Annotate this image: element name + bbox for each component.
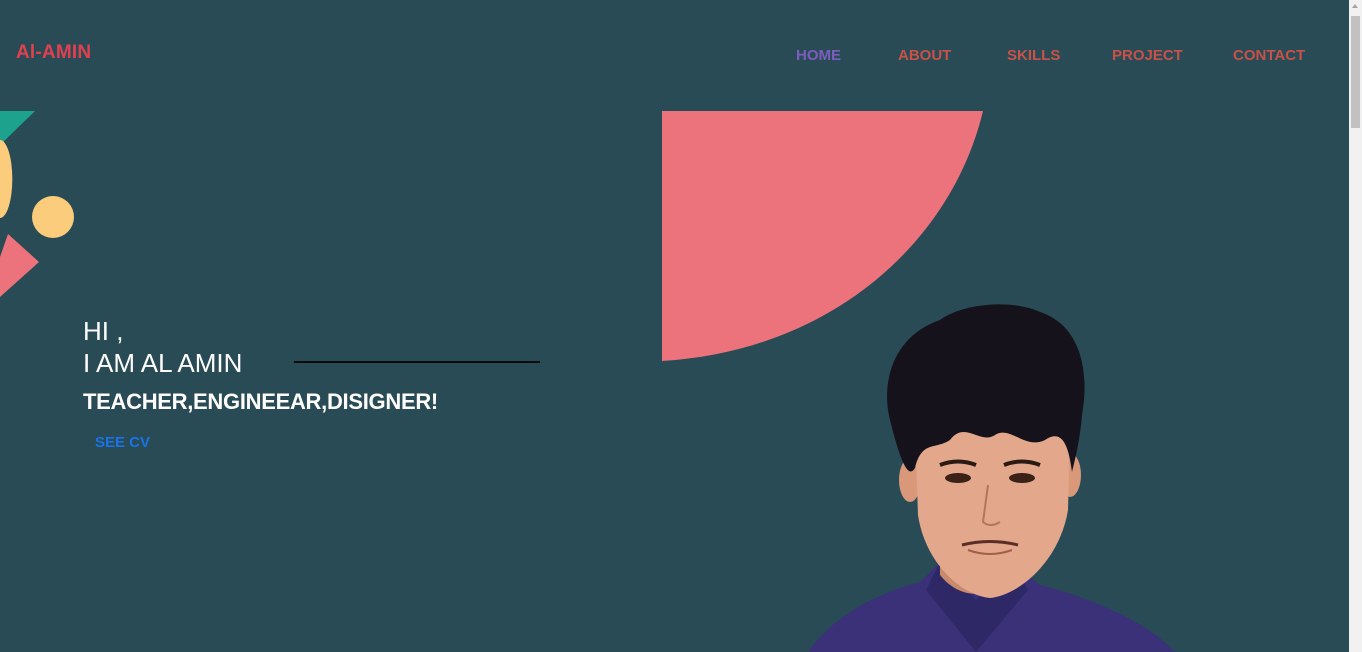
yellow-half-circle-shape [0,140,13,218]
profile-photo [808,304,1175,652]
nav-item-project[interactable]: PROJECT [1112,47,1183,64]
coral-diamond-shape [0,234,39,297]
page: Al-AMIN HOME ABOUT SKILLS PROJECT CONTAC… [0,0,1349,652]
hero-divider-line [294,361,540,363]
main-nav: HOME ABOUT SKILLS PROJECT CONTACT [0,47,1349,67]
nav-item-about[interactable]: ABOUT [898,47,951,64]
yellow-circle-shape [32,196,74,238]
teal-triangle-shape [0,111,35,145]
nav-item-home[interactable]: HOME [796,47,841,64]
hero-greeting: HI , [83,316,124,346]
scrollbar-thumb[interactable] [1351,16,1360,128]
see-cv-button[interactable]: SEE CV [95,434,150,451]
nav-item-skills[interactable]: SKILLS [1007,47,1060,64]
nav-item-contact[interactable]: CONTACT [1233,47,1305,64]
hero-roles: TEACHER,ENGINEEAR,DISIGNER! [83,389,438,414]
hero-name: I AM AL AMIN [83,348,243,378]
scroll-up-arrow-icon[interactable] [1352,4,1358,8]
vertical-scrollbar[interactable] [1349,0,1362,652]
